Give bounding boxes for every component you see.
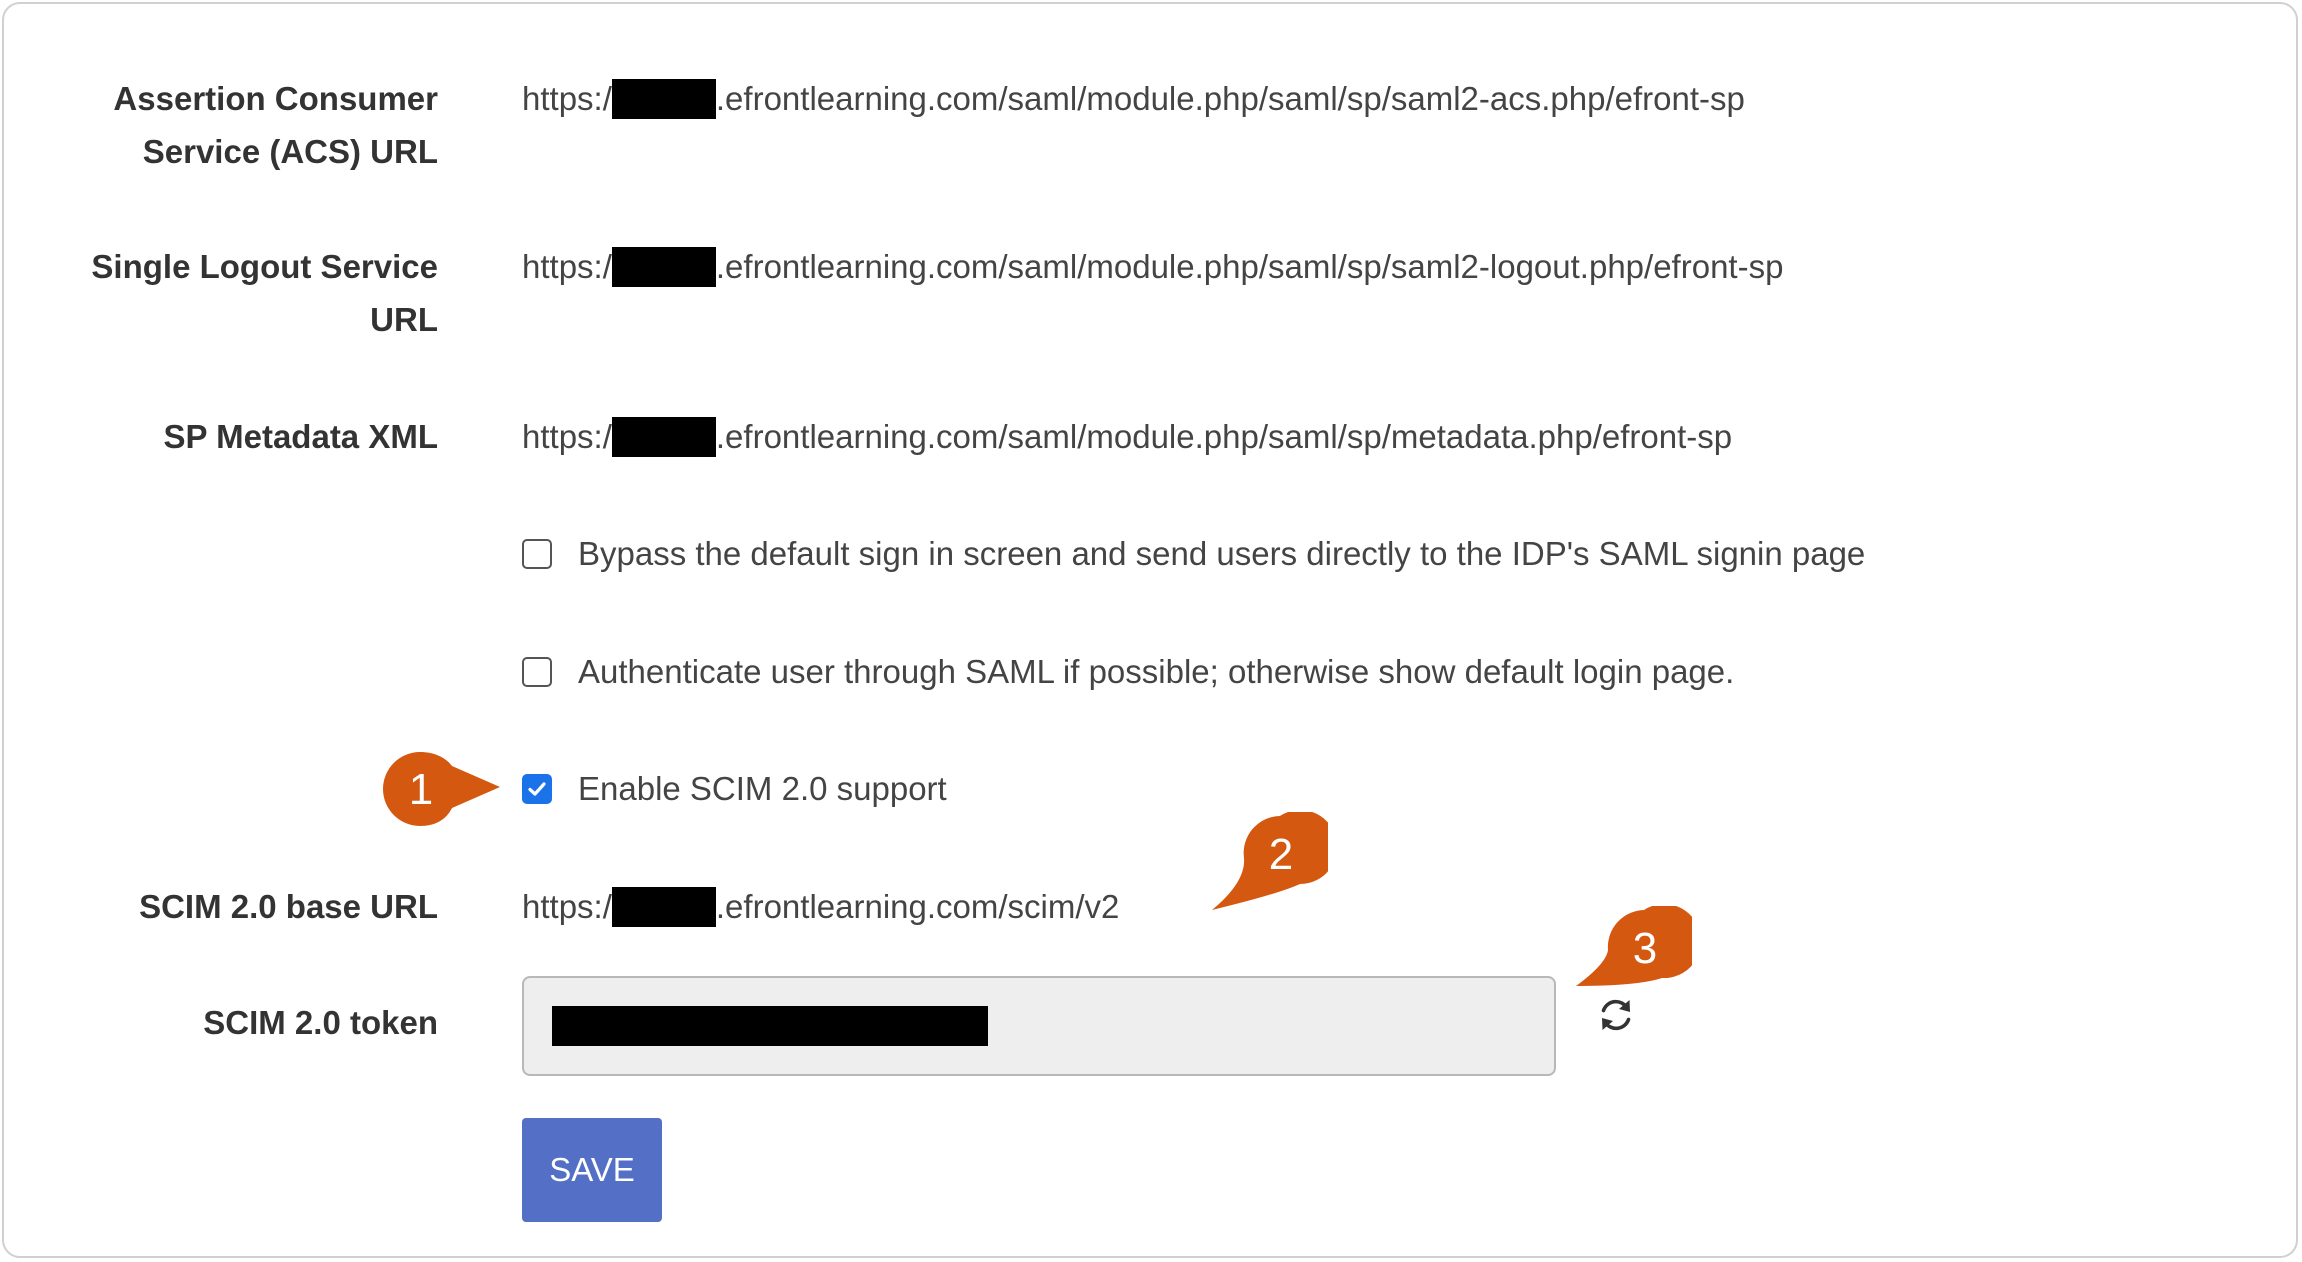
acs-url-value: https:/.efrontlearning.com/saml/module.p… — [522, 79, 1745, 119]
refresh-icon[interactable] — [1594, 993, 1638, 1037]
saml-fallback-option[interactable]: Authenticate user through SAML if possib… — [522, 645, 1734, 698]
scim-token-field[interactable] — [522, 976, 1556, 1076]
sp-metadata-label: SP Metadata XML — [163, 418, 438, 455]
scim-enable-checkbox[interactable] — [522, 773, 552, 804]
redacted-block — [611, 79, 716, 119]
checkmark-icon — [528, 781, 546, 796]
scim-enable-option[interactable]: Enable SCIM 2.0 support — [522, 762, 947, 815]
slo-url-label: Single Logout Service URL — [91, 248, 438, 338]
redacted-block — [611, 247, 716, 287]
bypass-option-label: Bypass the default sign in screen and se… — [578, 534, 1866, 572]
acs-url-label: Assertion Consumer Service (ACS) URL — [113, 80, 438, 170]
callout-number-3: 3 — [1633, 924, 1657, 973]
bypass-option[interactable]: Bypass the default sign in screen and se… — [522, 527, 1865, 580]
redacted-block — [611, 417, 716, 457]
saml-fallback-checkbox[interactable] — [522, 656, 552, 687]
scim-base-url-value: https:/.efrontlearning.com/scim/v2 — [522, 887, 1120, 927]
saml-fallback-option-label: Authenticate user through SAML if possib… — [578, 652, 1735, 690]
callout-number-1: 1 — [409, 765, 433, 814]
callout-number-2: 2 — [1269, 830, 1293, 879]
redacted-block — [611, 887, 716, 927]
scim-base-url-label: SCIM 2.0 base URL — [139, 888, 438, 925]
slo-url-value: https:/.efrontlearning.com/saml/module.p… — [522, 247, 1784, 287]
scim-token-label: SCIM 2.0 token — [203, 1004, 438, 1041]
scim-enable-option-label: Enable SCIM 2.0 support — [578, 769, 947, 807]
bypass-checkbox[interactable] — [522, 538, 552, 569]
callout-badge-1: 1 — [383, 752, 500, 826]
save-button[interactable]: SAVE — [522, 1118, 662, 1222]
sp-metadata-value: https:/.efrontlearning.com/saml/module.p… — [522, 417, 1733, 457]
callout-badge-2: 2 — [1212, 812, 1328, 910]
callout-badge-3: 3 — [1576, 906, 1692, 986]
redacted-token — [552, 1006, 988, 1046]
